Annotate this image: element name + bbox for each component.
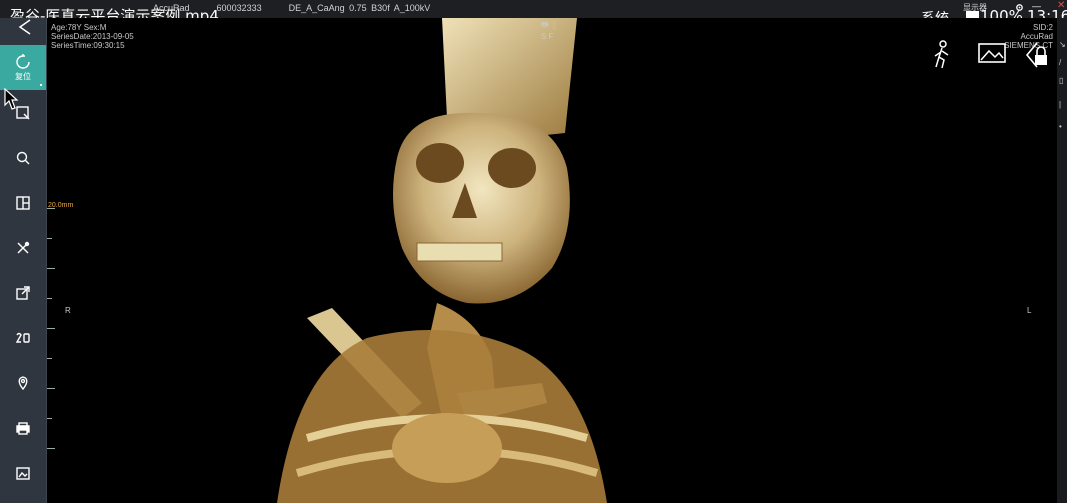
tools-button[interactable] (0, 228, 46, 268)
orientation-right-side: R (65, 306, 71, 315)
scale-ruler (47, 208, 57, 449)
strip-arrow-icon: ↘ (1059, 40, 1066, 49)
strip-slash-icon: / (1059, 58, 1062, 67)
export-button[interactable] (0, 273, 46, 313)
right-scroll-strip[interactable]: ↘ / ▯ | • (1057, 18, 1067, 503)
patient-age-sex: Age:78Y Sex:M (51, 23, 107, 32)
magnify-icon (16, 151, 30, 165)
tools-icon (17, 241, 30, 254)
series-time: SeriesTime:09:30:15 (51, 41, 125, 50)
volume-render (277, 18, 607, 503)
printer-small-icon[interactable]: 🖶 ▯ (541, 20, 559, 29)
patient-id: 600032333 (216, 3, 262, 13)
2d-view-button[interactable] (0, 318, 46, 358)
strip-dot-icon: • (1059, 122, 1062, 131)
diamond-lock-icon[interactable] (1025, 40, 1055, 70)
protocol-name: DE_A_CaAng 0.75 B30f A_100kV (288, 3, 431, 13)
reset-button[interactable]: 复位 (0, 45, 46, 90)
sid-label: SID:2 (1032, 23, 1053, 32)
orientation-top: S F (541, 32, 554, 41)
location-pin-icon (18, 376, 28, 391)
printer-icon (16, 422, 30, 435)
sidebar: 复位 (0, 18, 47, 503)
2d-icon (15, 332, 30, 343)
export-icon (16, 286, 30, 300)
corner-indicator (40, 84, 42, 86)
reset-icon (16, 53, 30, 69)
zoom-tool-button[interactable] (0, 138, 46, 178)
layout-icon (16, 196, 30, 210)
person-walk-icon[interactable] (929, 40, 955, 70)
image-icon[interactable] (977, 40, 1007, 66)
orientation-left-side: L (1027, 306, 1032, 315)
back-arrow-icon[interactable] (8, 18, 36, 38)
location-button[interactable] (0, 363, 46, 403)
mouse-cursor (4, 88, 18, 110)
gallery-button[interactable] (0, 453, 46, 493)
series-date: SeriesDate:2013-09-05 (51, 32, 134, 41)
patient-info: Age:78Y Sex:M SeriesDate:2013-09-05 Seri… (51, 23, 134, 50)
layout-button[interactable] (0, 183, 46, 223)
reset-label: 复位 (15, 71, 31, 81)
strip-bar-icon: | (1059, 100, 1062, 109)
print-button[interactable] (0, 408, 46, 448)
gallery-icon (16, 467, 30, 480)
3d-viewport[interactable]: Age:78Y Sex:M SeriesDate:2013-09-05 Seri… (47, 18, 1057, 503)
strip-box-icon: ▯ (1059, 76, 1064, 85)
